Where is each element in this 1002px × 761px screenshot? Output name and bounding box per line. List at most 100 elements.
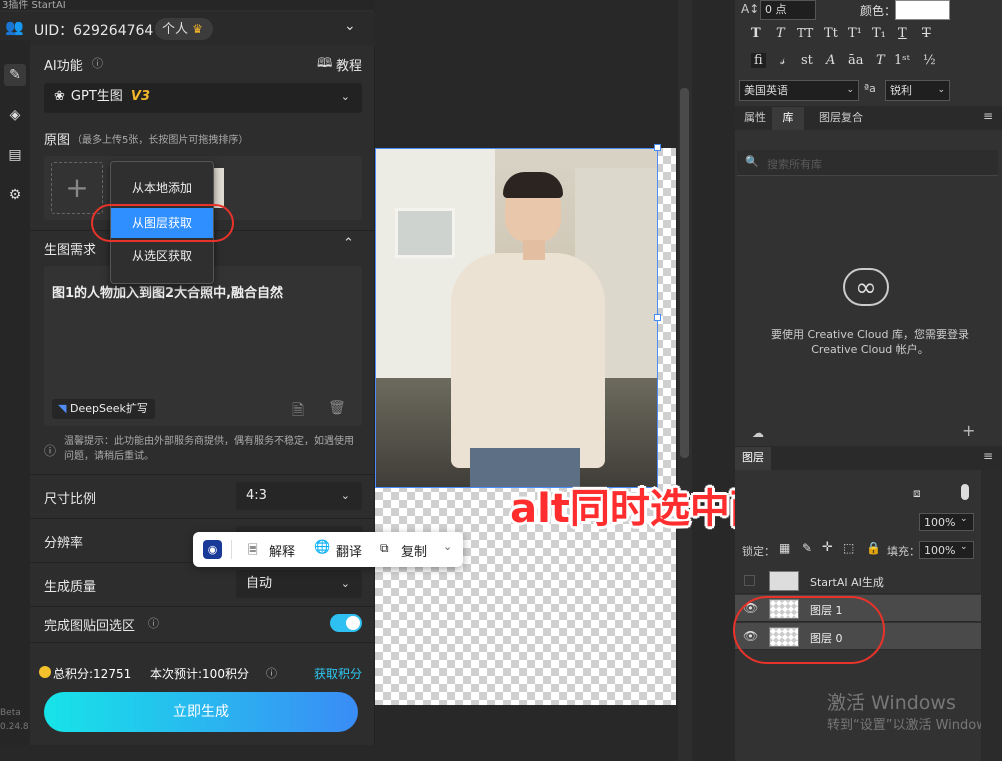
lock-all-icon[interactable]: 🔒	[866, 541, 881, 555]
info-icon[interactable]: ⓘ	[266, 665, 277, 681]
tab-layer-comps[interactable]: 图层复合	[819, 107, 863, 129]
translate-button[interactable]: 翻译	[336, 541, 362, 560]
panel-menu-icon[interactable]: ≡	[983, 109, 993, 123]
crown-icon: ♛	[192, 22, 203, 36]
dropdown-from-selection[interactable]: 从选区获取	[111, 241, 213, 271]
panel-menu-icon[interactable]: ≡	[983, 449, 993, 463]
layers-scrollbar[interactable]	[981, 470, 1002, 761]
text-context-toolbar: ◉ 🗏 解释 🌐 翻译 ⧉ 复制 ⌄	[193, 532, 463, 567]
paste-back-label: 完成图贴回选区	[44, 619, 136, 634]
fraction-icon[interactable]: ½	[923, 53, 936, 68]
paste-back-toggle[interactable]	[330, 614, 362, 632]
language-select[interactable]: 美国英语 ⌄	[739, 80, 859, 101]
book-icon: 🕮	[317, 56, 333, 71]
lock-pixels-icon[interactable]: ▦	[779, 541, 790, 555]
copy-icon: ⧉	[380, 541, 389, 555]
trash-icon[interactable]: 🗑	[328, 400, 346, 416]
quality-select[interactable]: 自动 ⌄	[236, 570, 362, 598]
prompt-textarea[interactable]: 图1的人物加入到图2大合照中,融合自然 ◥ DeepSeek扩写 🗎 🗑	[44, 266, 362, 426]
globe-icon: 🌐	[314, 540, 331, 555]
all-caps-icon[interactable]: TT	[797, 26, 813, 40]
language-value: 美国英语	[744, 84, 788, 97]
faux-italic-icon[interactable]: T	[776, 26, 785, 41]
library-search[interactable]: 🔍 搜索所有库	[737, 150, 998, 176]
search-icon: 🔍	[745, 155, 759, 168]
image-thumbnail[interactable]	[214, 168, 224, 208]
dropdown-local-add[interactable]: 从本地添加	[111, 173, 213, 203]
lock-move-icon[interactable]: ✛	[822, 540, 833, 555]
ligature-icon[interactable]: fi	[751, 53, 766, 68]
model-select[interactable]: ❀ GPT生图 V3 ⌄	[44, 83, 362, 113]
visibility-off-icon[interactable]	[744, 575, 755, 586]
explain-button[interactable]: 解释	[269, 541, 295, 560]
plugin-sidebar: ✎ ◈ ▤ ⚙ Beta 0.24.8	[0, 40, 30, 745]
lock-label: 锁定：	[742, 545, 775, 558]
edit-icon[interactable]: ✎	[4, 64, 26, 86]
underline-icon[interactable]: T	[898, 26, 907, 41]
transform-icon[interactable]: ⧈	[913, 486, 921, 501]
collapse-up-icon[interactable]: ⌃	[343, 236, 354, 251]
strikethrough-icon[interactable]: T	[922, 26, 931, 41]
chevron-down-icon: ⌄	[960, 514, 968, 524]
font-size-input[interactable]: 0 点	[760, 0, 816, 20]
beta-label: Beta	[0, 708, 21, 718]
add-library-icon[interactable]: +	[962, 421, 975, 440]
scrollbar-thumb[interactable]	[680, 88, 689, 458]
layers-tabbar: 图层 ≡	[735, 446, 1002, 470]
copy-button[interactable]: 复制	[401, 541, 427, 560]
ratio-select[interactable]: 4:3 ⌄	[236, 482, 362, 510]
ordinal-icon[interactable]: 1ˢᵗ	[894, 53, 910, 68]
chevron-down-icon: ⌄	[340, 577, 350, 590]
source-label: 原图	[44, 133, 71, 148]
layers-icon[interactable]: ◈	[4, 104, 26, 126]
points-estimate: 本次预计:100积分	[150, 667, 249, 681]
swash-icon[interactable]: A	[826, 53, 835, 68]
ai-function-label: AI功能	[44, 59, 83, 74]
activate-windows-subtitle: 转到“设置”以激活 Windows。	[827, 718, 1002, 733]
titling-icon[interactable]: T	[876, 53, 885, 68]
account-type: 个人	[162, 22, 189, 37]
points-total: 总积分:12751	[53, 667, 132, 681]
document-icon[interactable]: ▤	[4, 144, 26, 166]
stylistic-alt-icon[interactable]: āa	[848, 53, 864, 68]
tab-properties[interactable]: 属性	[744, 107, 766, 129]
chevron-down-icon: ⌄	[846, 85, 854, 95]
filter-toggle-icon[interactable]	[961, 484, 969, 500]
user-group-icon: 👥	[5, 18, 24, 36]
superscript-icon[interactable]: T¹	[848, 26, 862, 41]
lock-brush-icon[interactable]: ✎	[802, 541, 812, 555]
search-placeholder: 搜索所有库	[767, 158, 822, 171]
chevron-down-icon: ⌄	[960, 542, 968, 552]
small-caps-icon[interactable]: Tt	[824, 26, 838, 41]
info-icon[interactable]: ⓘ	[148, 615, 159, 631]
add-image-button[interactable]: +	[51, 162, 103, 214]
settings-gear-icon[interactable]: ⚙	[4, 184, 26, 206]
history-icon[interactable]: 🗎	[292, 400, 304, 425]
color-swatch[interactable]	[895, 0, 950, 20]
chevron-down-icon[interactable]: ⌄	[443, 540, 452, 553]
transform-handle[interactable]	[654, 144, 661, 151]
subscript-icon[interactable]: T₁	[872, 26, 886, 41]
tab-library[interactable]: 库	[772, 107, 804, 130]
generate-button[interactable]: 立即生成	[44, 692, 358, 732]
selection-box[interactable]	[375, 148, 658, 488]
discretionary-ligature-icon[interactable]: 𝓈	[780, 53, 785, 68]
collapse-chevron-icon[interactable]: ⌄	[344, 18, 356, 34]
deepseek-expand-button[interactable]: ◥ DeepSeek扩写	[52, 399, 155, 419]
get-points-link[interactable]: 获取积分	[314, 665, 362, 682]
transform-handle[interactable]	[654, 314, 661, 321]
faux-bold-icon[interactable]: T	[751, 26, 761, 41]
lock-artboard-icon[interactable]: ⬚	[843, 541, 854, 555]
st-ligature-icon[interactable]: st	[801, 53, 813, 68]
tutorial-link[interactable]: 教程	[336, 55, 362, 74]
chevron-down-icon: ⌄	[340, 489, 350, 502]
antialias-select[interactable]: 锐利 ⌄	[885, 80, 950, 101]
plugin-title: 3插件 StartAI	[2, 0, 66, 11]
creative-cloud-icon: ∞	[843, 268, 889, 306]
plugin-titlebar: 3插件 StartAI	[0, 0, 375, 11]
layer-row[interactable]: StartAI AI生成	[735, 567, 981, 594]
library-tabbar: 属性 库 图层复合 ≡	[735, 106, 1002, 130]
account-badge[interactable]: 个人 ♛	[155, 18, 213, 40]
tab-layers[interactable]: 图层	[735, 447, 771, 470]
info-icon[interactable]: ⓘ	[92, 55, 103, 71]
